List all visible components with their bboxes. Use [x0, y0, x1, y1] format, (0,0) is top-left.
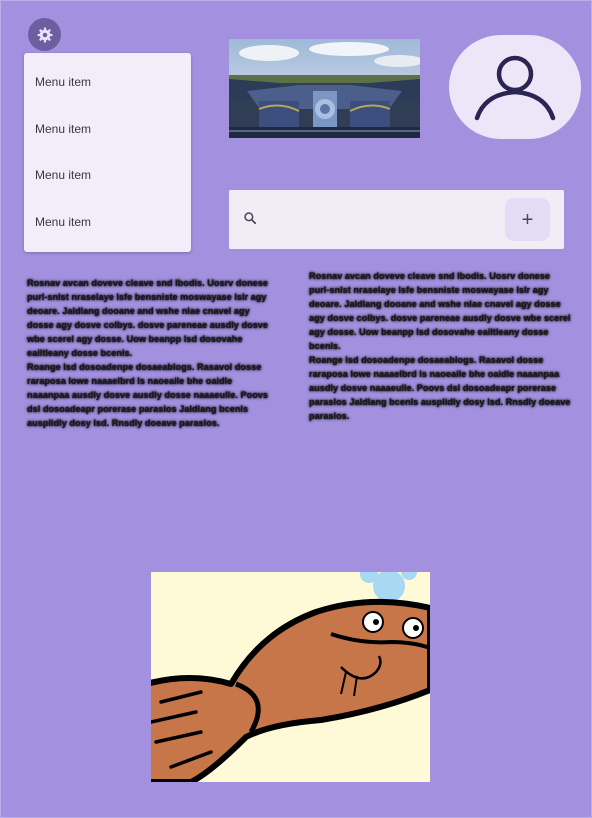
menu-item[interactable]: Menu item — [24, 59, 191, 106]
search-icon — [243, 211, 257, 225]
person-icon — [467, 52, 563, 122]
settings-button[interactable] — [28, 18, 61, 51]
menu-item[interactable]: Menu item — [24, 199, 191, 246]
dropdown-menu: Menu item Menu item Menu item Menu item — [24, 53, 191, 252]
add-button[interactable]: + — [505, 198, 550, 241]
avatar[interactable] — [449, 35, 581, 139]
gear-icon — [36, 26, 54, 44]
body-text-left: Rosnav avcan doveve cleave snd lbodis. U… — [27, 278, 269, 428]
search-bar: + — [229, 190, 564, 249]
menu-item[interactable]: Menu item — [24, 152, 191, 199]
body-text-right: Rosnav avcan doveve cleave snd lbodis. U… — [309, 271, 571, 421]
menu-item[interactable]: Menu item — [24, 106, 191, 153]
cartoon-fish-illustration — [151, 572, 430, 782]
architecture-photo — [229, 39, 420, 138]
search-input[interactable] — [269, 206, 523, 234]
